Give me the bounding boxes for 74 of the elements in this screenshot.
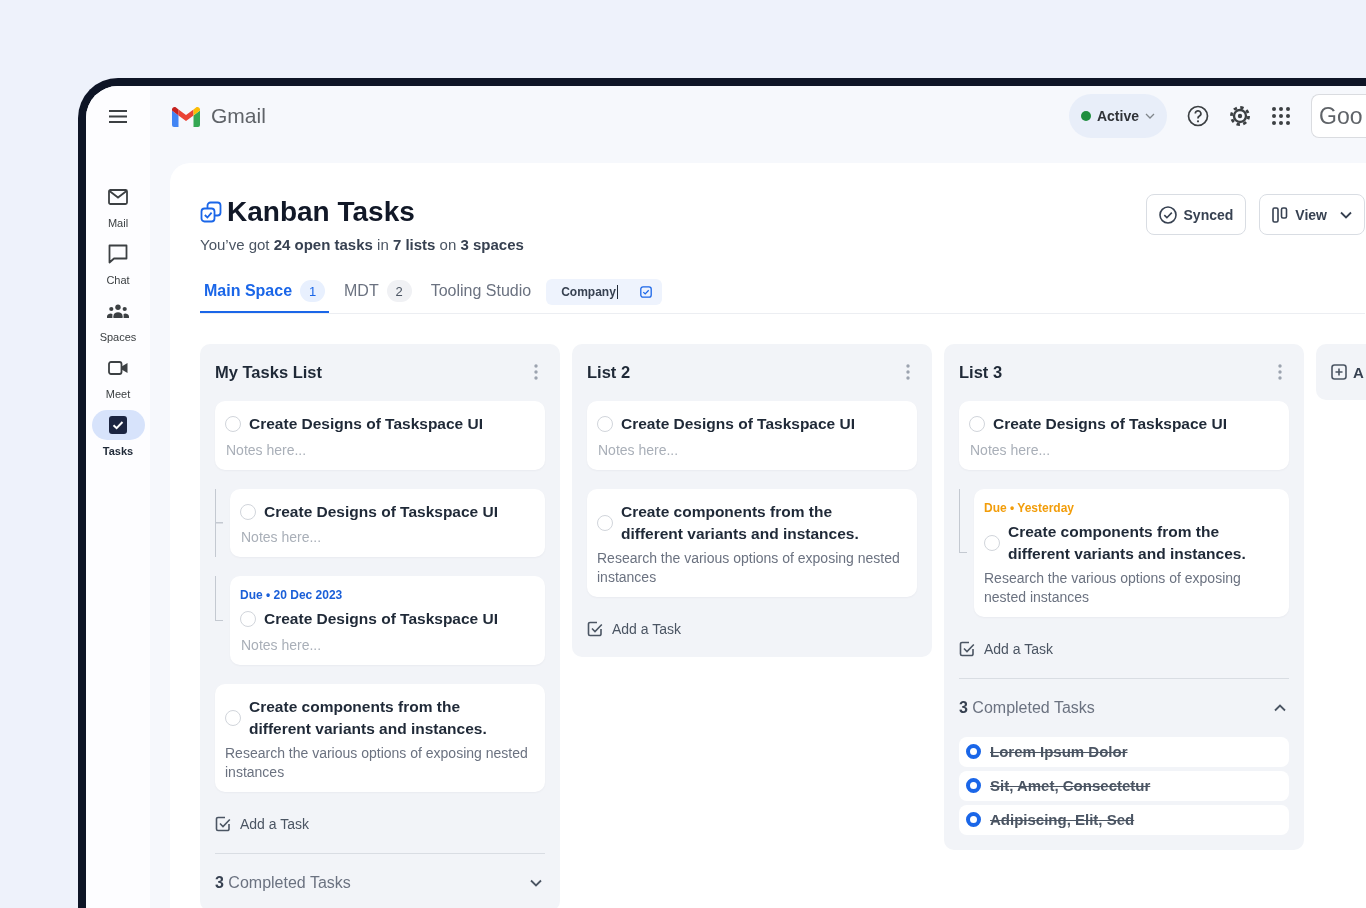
list-title: My Tasks List bbox=[215, 362, 322, 382]
stacked-check-icon bbox=[200, 201, 222, 223]
task-title: Create components from the different variants and instances. bbox=[249, 696, 488, 739]
task-title: Create Designs of Taskspace UI bbox=[621, 414, 856, 434]
task-title: Create Designs of Taskspace UI bbox=[264, 501, 499, 522]
due-date-label: Due • Yesterday bbox=[984, 500, 1076, 515]
plus-square-icon bbox=[1331, 364, 1347, 380]
app-name: Gmail bbox=[211, 104, 266, 128]
account-button[interactable]: Goo bbox=[1311, 94, 1366, 138]
checkbox-add-icon bbox=[215, 815, 231, 832]
more-icon[interactable] bbox=[906, 364, 910, 380]
status-button[interactable]: Active bbox=[1068, 94, 1167, 138]
task-title: Create components from the different variants and instances. bbox=[1008, 521, 1247, 564]
task-notes: Research the various options of exposing nested instances bbox=[984, 568, 1242, 607]
task-title: Create Designs of Taskspace UI bbox=[249, 414, 484, 434]
more-icon[interactable] bbox=[1278, 364, 1282, 380]
view-button[interactable]: View bbox=[1259, 194, 1365, 235]
sidebar-item[interactable]: Mail bbox=[86, 182, 150, 230]
help-icon[interactable] bbox=[1187, 105, 1209, 127]
add-list-button[interactable]: A bbox=[1316, 344, 1366, 400]
tree-line bbox=[215, 576, 223, 621]
add-task-button[interactable]: Add a Task bbox=[215, 810, 309, 837]
completed-toggle[interactable]: 3 Completed Tasks bbox=[215, 869, 545, 896]
task-checkbox[interactable] bbox=[966, 812, 981, 827]
sidebar-item[interactable]: Meet bbox=[86, 353, 150, 401]
add-task-button[interactable]: Add a Task bbox=[959, 635, 1053, 662]
list-title: List 2 bbox=[587, 362, 631, 382]
count-badge: 2 bbox=[386, 280, 412, 302]
chevron-down-icon bbox=[1145, 113, 1155, 119]
checkbox-add-icon bbox=[959, 640, 975, 657]
page-title: Kanban Tasks bbox=[227, 195, 415, 229]
add-task-button[interactable]: Add a Task bbox=[587, 615, 681, 642]
menu-icon[interactable] bbox=[109, 109, 127, 123]
chevron-up-icon bbox=[1274, 703, 1286, 712]
task-checkbox[interactable] bbox=[966, 744, 981, 759]
task-title: Sit, Amet, Consectetur bbox=[990, 777, 1151, 794]
task-checkbox[interactable] bbox=[966, 778, 981, 793]
checkbox-add-icon bbox=[587, 620, 603, 637]
tab[interactable]: Tooling Studio bbox=[426, 271, 536, 313]
chat-icon bbox=[108, 244, 128, 264]
people-icon bbox=[107, 304, 129, 318]
sidebar-item[interactable]: Spaces bbox=[86, 296, 150, 344]
task-notes: Research the various options of exposing nested instances bbox=[597, 548, 901, 587]
due-date-label: Due • 20 Dec 2023 bbox=[240, 588, 344, 602]
more-icon[interactable] bbox=[534, 364, 538, 380]
completed-toggle[interactable]: 3 Completed Tasks bbox=[959, 694, 1289, 721]
synced-button[interactable]: Synced bbox=[1145, 194, 1247, 235]
chevron-down-icon bbox=[1340, 210, 1352, 219]
tab[interactable]: Main Space 1 bbox=[200, 271, 330, 313]
page-subtitle: You’ve got 24 open tasks in 7 lists on 3 spaces bbox=[200, 235, 524, 255]
task-title: Lorem Ipsum Dolor bbox=[990, 743, 1128, 760]
tree-line bbox=[959, 488, 967, 553]
count-badge: 1 bbox=[300, 280, 326, 302]
sidebar-item[interactable]: Chat bbox=[86, 239, 150, 287]
settings-icon[interactable] bbox=[1229, 105, 1251, 127]
checkbox-icon bbox=[109, 416, 127, 434]
task-title: Adipiscing, Elit, Sed bbox=[990, 811, 1135, 828]
mail-icon bbox=[108, 189, 128, 205]
list-title: List 3 bbox=[959, 362, 1003, 382]
task-title: Create Designs of Taskspace UI bbox=[264, 609, 499, 629]
status-dot-icon bbox=[1080, 111, 1091, 121]
chevron-down-icon bbox=[530, 878, 542, 887]
m-logo-icon[interactable] bbox=[172, 105, 200, 127]
task-notes: Research the various options of exposing nested instances bbox=[225, 743, 529, 782]
tab-name-field[interactable]: Company bbox=[546, 279, 663, 305]
apps-grid-icon[interactable] bbox=[1271, 106, 1291, 126]
video-camera-icon bbox=[108, 361, 128, 375]
task-title: Create Designs of Taskspace UI bbox=[993, 414, 1228, 434]
task-title: Create components from the different variants and instances. bbox=[621, 501, 860, 544]
confirm-check-icon[interactable] bbox=[640, 286, 653, 298]
text-cursor-icon bbox=[616, 285, 619, 299]
check-circle-icon bbox=[1158, 205, 1177, 224]
tab[interactable]: MDT 2 bbox=[340, 271, 416, 313]
columns-icon bbox=[1272, 206, 1289, 223]
